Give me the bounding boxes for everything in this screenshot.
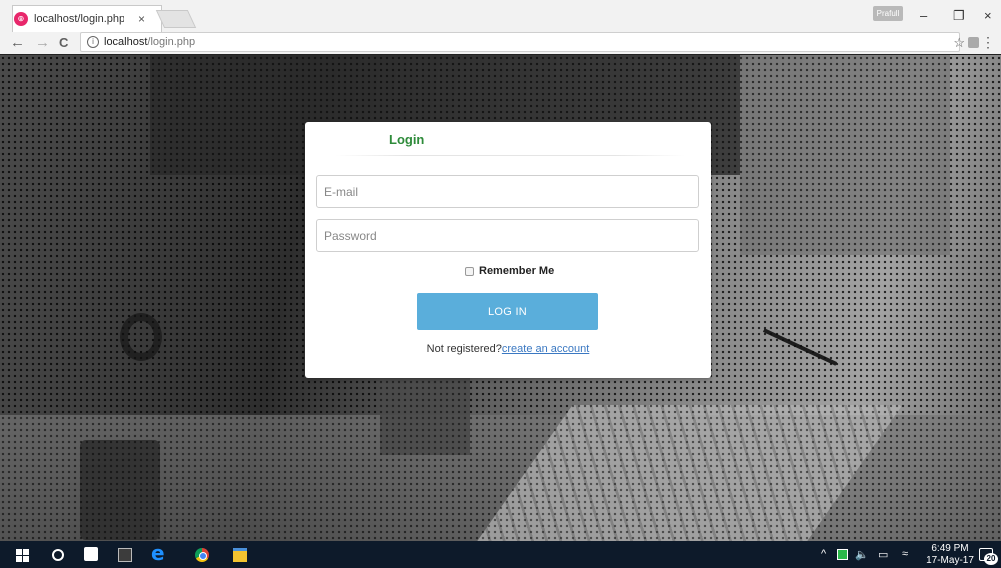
register-text: Not registered? — [426, 343, 502, 355]
url-host: localhost — [104, 36, 148, 48]
url-path: /login.php — [147, 36, 196, 48]
tab-strip: ⌾ localhost/login.php × Prafull – ❐ × — [0, 0, 1001, 32]
login-card: Login Remember Me LOG IN Not registered?… — [305, 122, 711, 378]
login-button[interactable]: LOG IN — [417, 293, 598, 330]
remember-me[interactable]: Remember Me — [465, 265, 554, 277]
info-icon[interactable]: i — [87, 36, 99, 48]
clock[interactable]: 6:49 PM 17-May-17 — [925, 543, 975, 567]
clock-time: 6:49 PM — [931, 543, 969, 554]
remember-me-checkbox[interactable] — [465, 266, 474, 276]
tab-close-icon[interactable]: × — [138, 12, 145, 26]
browser-tab-content[interactable]: ⌾ localhost/login.php × — [14, 7, 164, 31]
url-text: localhost/login.php — [104, 36, 195, 48]
windows-taskbar: e ^ 🔈 ▭ ≈ 6:49 PM 17-May-17 20 — [0, 541, 1001, 568]
login-title: Login — [389, 132, 425, 147]
tray-app-icon[interactable] — [837, 549, 848, 560]
store-icon[interactable] — [84, 547, 98, 561]
chrome-icon[interactable] — [195, 548, 209, 562]
file-explorer-icon[interactable] — [233, 548, 247, 562]
edge-icon[interactable]: e — [151, 543, 167, 563]
notification-count: 20 — [984, 553, 998, 565]
back-icon[interactable]: ← — [10, 34, 25, 51]
title-divider — [335, 155, 685, 156]
minimize-icon[interactable]: – — [920, 8, 927, 23]
register-prompt: Not registered?create an account — [305, 343, 711, 355]
profile-button[interactable]: Prafull — [873, 6, 903, 21]
network-icon[interactable]: ▭ — [878, 548, 888, 561]
create-account-link[interactable]: create an account — [502, 343, 589, 355]
forward-icon[interactable]: → — [35, 34, 50, 51]
wifi-icon[interactable]: ≈ — [902, 548, 908, 560]
tab-title: localhost/login.php — [34, 13, 124, 25]
reload-icon[interactable]: C — [59, 35, 68, 50]
bookmark-star-icon[interactable]: ☆ — [953, 35, 965, 51]
extension-icon[interactable] — [968, 37, 979, 48]
command-prompt-icon[interactable] — [118, 548, 132, 562]
restore-icon[interactable]: ❐ — [953, 8, 965, 24]
tray-expand-icon[interactable]: ^ — [821, 548, 826, 560]
browser-menu-icon[interactable]: ⋮ — [981, 34, 995, 51]
remember-me-label: Remember Me — [479, 265, 555, 277]
volume-icon[interactable]: 🔈 — [855, 548, 869, 561]
close-window-icon[interactable]: × — [984, 8, 992, 23]
email-field[interactable] — [316, 175, 699, 208]
password-field[interactable] — [316, 219, 699, 252]
search-icon[interactable] — [52, 549, 64, 561]
windows-start-icon[interactable] — [16, 549, 29, 562]
browser-toolbar: ← → C i localhost/login.php ☆ ⋮ — [0, 32, 1001, 54]
address-bar[interactable]: i localhost/login.php — [80, 32, 960, 52]
clock-date: 17-May-17 — [926, 555, 974, 566]
browser-chrome: ⌾ localhost/login.php × Prafull – ❐ × ← … — [0, 0, 1001, 54]
favicon-icon: ⌾ — [14, 12, 28, 26]
